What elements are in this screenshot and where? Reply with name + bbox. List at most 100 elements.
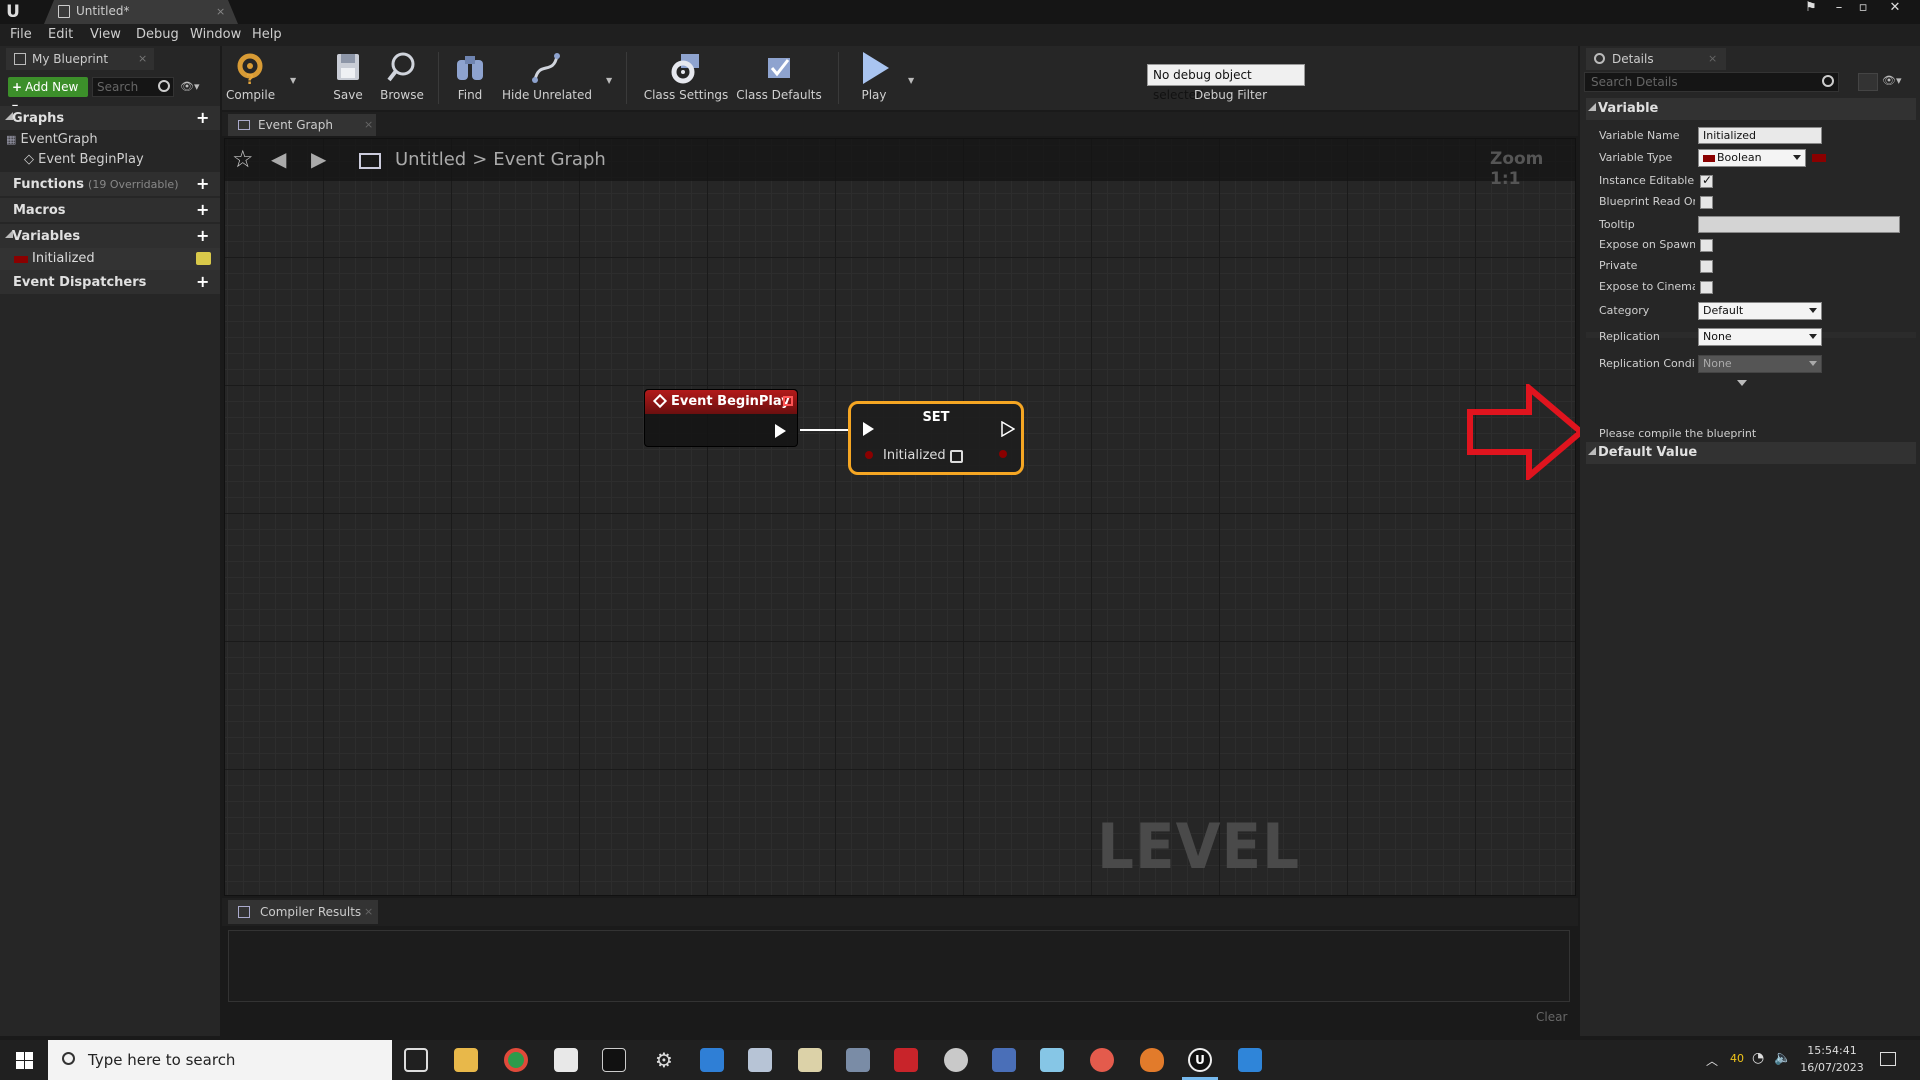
- forward-arrow-icon[interactable]: ▶: [311, 147, 326, 171]
- class-defaults-button[interactable]: Class Defaults: [734, 50, 824, 108]
- close-tab-icon[interactable]: ×: [138, 52, 147, 65]
- graphs-section-header[interactable]: Graphs +: [0, 106, 220, 130]
- advanced-expand-icon[interactable]: [1737, 380, 1747, 386]
- variable-section-header[interactable]: Variable: [1586, 98, 1916, 120]
- details-search-input[interactable]: Search Details: [1584, 72, 1839, 92]
- hide-unrelated-button[interactable]: Hide Unrelated: [502, 50, 592, 108]
- close-tab-icon[interactable]: ×: [1708, 52, 1717, 65]
- hide-unrelated-dropdown[interactable]: ▼: [606, 76, 612, 85]
- terminal-icon[interactable]: [602, 1048, 626, 1072]
- graph-canvas[interactable]: ☆ ◀ ▶ Untitled > Event Graph Zoom 1:1 Even…: [224, 138, 1576, 896]
- app-icon[interactable]: [1238, 1048, 1262, 1072]
- clear-button[interactable]: Clear: [1536, 1010, 1567, 1024]
- settings-gear-icon[interactable]: ⚙: [652, 1048, 676, 1072]
- set-variable-node[interactable]: SET Initialized: [848, 401, 1024, 475]
- app-icon[interactable]: [992, 1048, 1016, 1072]
- browse-button[interactable]: Browse: [378, 50, 426, 108]
- variable-name-input[interactable]: Initialized: [1698, 127, 1822, 144]
- property-matrix-icon[interactable]: [1858, 73, 1878, 91]
- exec-wire[interactable]: [800, 429, 848, 431]
- star-icon[interactable]: ☆: [232, 145, 254, 173]
- play-button[interactable]: Play: [846, 50, 902, 108]
- app-icon[interactable]: [1040, 1048, 1064, 1072]
- add-event-dispatcher-button[interactable]: +: [196, 272, 209, 291]
- add-macro-button[interactable]: +: [196, 200, 209, 219]
- expose-to-cinematics-checkbox[interactable]: [1700, 281, 1713, 294]
- add-graph-button[interactable]: +: [196, 108, 209, 127]
- app-icon[interactable]: [944, 1048, 968, 1072]
- default-value-section-header[interactable]: Default Value: [1586, 442, 1916, 464]
- exec-input-pin[interactable]: [863, 422, 874, 436]
- network-icon[interactable]: ◔: [1752, 1050, 1764, 1066]
- tree-item-variable-initialized[interactable]: Initialized: [0, 248, 220, 270]
- app-icon[interactable]: [1140, 1048, 1164, 1072]
- bool-output-pin[interactable]: [999, 450, 1007, 458]
- visibility-eye-icon[interactable]: [196, 252, 211, 265]
- menu-help[interactable]: Help: [252, 27, 282, 42]
- menu-edit[interactable]: Edit: [48, 27, 73, 42]
- close-tab-icon[interactable]: ×: [364, 905, 373, 918]
- chevron-up-icon[interactable]: ︿: [1706, 1052, 1718, 1069]
- tooltip-input[interactable]: [1698, 216, 1900, 233]
- compiler-results-tab[interactable]: Compiler Results ×: [228, 900, 378, 924]
- tree-item-eventgraph[interactable]: ▦ EventGraph: [6, 132, 98, 147]
- replication-select[interactable]: None: [1698, 328, 1822, 346]
- app-icon[interactable]: [846, 1048, 870, 1072]
- breadcrumb-root[interactable]: Untitled: [395, 149, 466, 170]
- menu-debug[interactable]: Debug: [136, 27, 179, 42]
- clock-time[interactable]: 15:54:41: [1800, 1044, 1864, 1057]
- private-checkbox[interactable]: [1700, 260, 1713, 273]
- unreal-engine-icon[interactable]: U: [1188, 1048, 1212, 1072]
- view-options-icon[interactable]: 👁▾: [1882, 74, 1902, 87]
- instance-editable-checkbox[interactable]: [1700, 173, 1713, 188]
- file-explorer-icon[interactable]: [454, 1048, 478, 1072]
- compile-button[interactable]: ? Compile: [226, 50, 275, 108]
- variables-section-header[interactable]: Variables +: [0, 224, 220, 248]
- pin-default-checkbox[interactable]: [950, 450, 963, 463]
- debug-object-select[interactable]: No debug object selected ▾: [1147, 64, 1305, 102]
- notification-icon[interactable]: [1880, 1052, 1896, 1066]
- back-arrow-icon[interactable]: ◀: [271, 147, 286, 171]
- compile-options-dropdown[interactable]: ▼: [290, 76, 296, 85]
- macros-section-header[interactable]: Macros +: [0, 198, 220, 222]
- maximize-button[interactable]: ▫: [1852, 0, 1874, 18]
- blueprint-read-only-checkbox[interactable]: [1700, 196, 1713, 209]
- add-function-button[interactable]: +: [196, 174, 209, 193]
- notepad-icon[interactable]: [554, 1048, 578, 1072]
- find-button[interactable]: Find: [448, 50, 492, 108]
- replication-condition-select[interactable]: None: [1698, 355, 1822, 373]
- document-tab[interactable]: Untitled* ×: [44, 0, 238, 24]
- volume-icon[interactable]: 🔈: [1774, 1050, 1791, 1066]
- category-select[interactable]: Default: [1698, 302, 1822, 320]
- close-tab-icon[interactable]: ×: [364, 118, 373, 131]
- exec-output-pin[interactable]: [1001, 421, 1015, 437]
- start-button[interactable]: [0, 1040, 46, 1080]
- add-variable-button[interactable]: +: [196, 226, 209, 245]
- event-beginplay-node[interactable]: Event BeginPlay: [644, 389, 798, 447]
- app-icon[interactable]: [894, 1048, 918, 1072]
- chrome-icon[interactable]: [504, 1048, 528, 1072]
- class-settings-button[interactable]: Class Settings: [642, 50, 730, 108]
- app-icon[interactable]: [748, 1048, 772, 1072]
- source-control-icon[interactable]: ⚑: [1800, 0, 1822, 18]
- event-dispatchers-section-header[interactable]: Event Dispatchers +: [0, 270, 220, 294]
- breadcrumb-current[interactable]: Event Graph: [493, 149, 606, 170]
- delegate-pin-icon[interactable]: [783, 396, 793, 406]
- close-tab-icon[interactable]: ×: [216, 5, 225, 18]
- variable-type-select[interactable]: Boolean: [1698, 149, 1806, 167]
- save-button[interactable]: Save: [326, 50, 370, 108]
- exec-output-pin[interactable]: [775, 424, 786, 438]
- details-tab[interactable]: Details ×: [1586, 48, 1726, 70]
- expose-on-spawn-checkbox[interactable]: [1700, 239, 1713, 252]
- close-window-button[interactable]: ✕: [1884, 0, 1906, 18]
- container-type-icon[interactable]: [1812, 154, 1826, 162]
- clock-date[interactable]: 16/07/2023: [1800, 1061, 1864, 1074]
- outlook-icon[interactable]: [700, 1048, 724, 1072]
- event-graph-tab[interactable]: Event Graph ×: [228, 114, 376, 136]
- view-options-icon[interactable]: 👁▾: [180, 80, 204, 94]
- add-new-button[interactable]: +Add New ▾: [8, 77, 88, 114]
- app-icon[interactable]: [798, 1048, 822, 1072]
- app-icon[interactable]: [1090, 1048, 1114, 1072]
- play-options-dropdown[interactable]: ▼: [908, 76, 914, 85]
- bool-input-pin[interactable]: [865, 451, 873, 459]
